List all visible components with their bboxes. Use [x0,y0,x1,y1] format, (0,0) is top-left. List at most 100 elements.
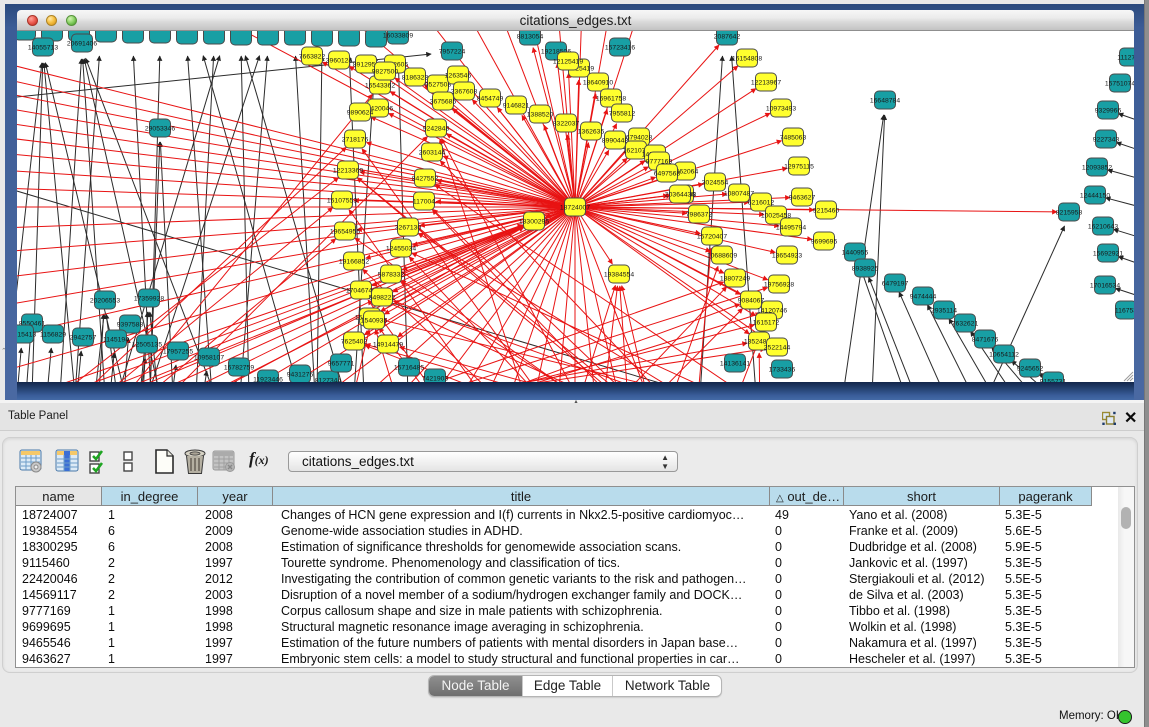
svg-text:9245652: 9245652 [1017,366,1044,373]
svg-text:16782759: 16782759 [224,365,254,372]
svg-text:8813054: 8813054 [517,34,544,41]
svg-text:9215460: 9215460 [813,208,840,215]
svg-text:9397588: 9397588 [117,322,144,329]
svg-text:1156829: 1156829 [40,332,66,339]
svg-text:7955812: 7955812 [609,111,636,118]
svg-text:12975115: 12975115 [784,164,814,171]
svg-text:9084067: 9084067 [738,298,765,305]
svg-text:2718176: 2718176 [342,137,369,144]
svg-text:18640910: 18640910 [583,80,613,87]
svg-text:7625402: 7625402 [341,339,368,346]
svg-text:20206553: 20206553 [90,298,120,305]
svg-text:9329966: 9329966 [1095,108,1122,115]
svg-text:6479197: 6479197 [882,281,909,288]
svg-text:8322037: 8322037 [553,121,580,128]
svg-text:10807487: 10807487 [724,191,754,198]
svg-text:15716485: 15716485 [394,365,424,372]
svg-text:16648784: 16648784 [870,98,900,105]
svg-text:16961758: 16961758 [596,96,626,103]
svg-text:20364436: 20364436 [665,192,695,199]
svg-text:18300295: 18300295 [519,219,549,226]
svg-text:10654112: 10654112 [989,352,1019,359]
svg-text:9657771: 9657771 [328,361,355,368]
svg-text:6497568: 6497568 [654,171,681,178]
svg-text:18807249: 18807249 [720,276,750,283]
svg-text:19384554: 19384554 [604,272,634,279]
svg-text:1615172: 1615172 [753,320,780,327]
svg-text:12505135: 12505135 [132,342,162,349]
svg-text:7957224: 7957224 [439,49,466,56]
svg-text:14055713: 14055713 [28,45,58,52]
svg-text:16107553: 16107553 [327,198,357,205]
svg-text:7986372: 7986372 [686,212,713,219]
svg-text:2367608: 2367608 [451,89,478,96]
svg-text:9146821: 9146821 [503,103,530,110]
svg-text:1440955: 1440955 [842,250,869,257]
svg-text:7485063: 7485063 [780,135,807,142]
svg-text:3267130: 3267130 [395,225,422,232]
svg-text:2087642: 2087642 [714,34,741,41]
svg-text:12444150: 12444150 [1080,193,1110,200]
svg-text:9242848: 9242848 [423,126,450,133]
svg-text:15751074: 15751074 [1105,81,1134,88]
svg-text:8427552: 8427552 [412,176,439,183]
svg-text:12125419: 12125419 [553,59,583,66]
svg-text:20691406: 20691406 [67,41,97,48]
svg-text:29053346: 29053346 [145,126,175,133]
svg-text:1540935: 1540935 [361,318,388,325]
svg-text:16154808: 16154808 [732,56,762,63]
svg-text:19654955: 19654955 [330,229,360,236]
svg-text:2522144: 2522144 [764,345,791,352]
svg-text:14914479: 14914479 [373,342,403,349]
svg-text:6794028: 6794028 [626,135,653,142]
svg-text:8454749: 8454749 [477,96,504,103]
svg-text:10958107: 10958107 [194,355,224,362]
svg-text:9527508: 9527508 [425,82,452,89]
svg-text:15723416: 15723416 [605,45,635,52]
svg-text:12455034: 12455034 [386,246,416,253]
svg-text:13654923: 13654923 [772,253,802,260]
svg-text:14136141: 14136141 [720,361,750,368]
svg-text:8471676: 8471676 [972,337,999,344]
svg-text:12213967: 12213967 [751,80,781,87]
svg-text:2603144: 2603144 [419,150,446,157]
svg-text:9699695: 9699695 [811,239,838,246]
svg-text:18724007: 18724007 [560,205,590,212]
svg-text:17359928: 17359928 [134,296,164,303]
svg-text:10973493: 10973493 [766,106,796,113]
svg-text:1362635: 1362635 [578,129,605,136]
svg-text:1388520: 1388520 [527,112,554,119]
svg-text:16033809: 16033809 [383,33,413,40]
svg-text:9474444: 9474444 [910,294,937,301]
svg-text:17957255: 17957255 [163,349,193,356]
svg-text:7663822: 7663822 [299,54,326,61]
svg-text:5878332: 5878332 [378,272,405,279]
svg-text:116753: 116753 [1115,308,1134,315]
svg-text:12213369: 12213369 [333,168,363,175]
svg-text:1145194: 1145194 [103,337,129,344]
svg-text:14495794: 14495794 [776,225,806,232]
svg-text:16543362: 16543362 [365,83,395,90]
svg-text:3915413: 3915413 [17,332,36,339]
svg-text:8938925: 8938925 [852,266,879,273]
svg-text:1263546: 1263546 [445,73,472,80]
svg-text:9463627: 9463627 [789,195,816,202]
svg-text:3024554: 3024554 [702,180,729,187]
svg-text:1112753: 1112753 [1117,55,1134,62]
svg-text:16210643: 16210643 [1088,224,1118,231]
svg-text:15720407: 15720407 [697,234,727,241]
svg-text:2935114: 2935114 [931,308,957,315]
svg-text:1733436: 1733436 [769,367,796,374]
svg-text:19166852: 19166852 [339,259,369,266]
svg-text:8990448: 8990448 [602,138,629,145]
svg-text:5498222: 5498222 [369,295,396,302]
svg-text:17016534: 17016534 [1090,283,1120,290]
svg-text:9827500: 9827500 [372,69,399,76]
svg-text:12093852: 12093852 [1082,165,1112,172]
svg-text:10688609: 10688609 [707,253,737,260]
svg-text:9227343: 9227343 [1093,137,1120,144]
svg-text:8215958: 8215958 [1056,210,1083,217]
svg-text:7632621: 7632621 [952,321,979,328]
svg-text:19756928: 19756928 [764,282,794,289]
svg-text:9890624: 9890624 [347,110,374,117]
